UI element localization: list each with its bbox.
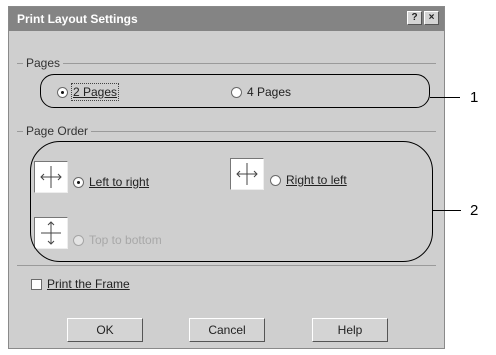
- ok-button[interactable]: OK: [67, 318, 143, 342]
- title-bar: Print Layout Settings ? ×: [9, 7, 444, 31]
- callout-2-leader: [433, 210, 461, 211]
- close-icon[interactable]: ×: [424, 11, 439, 25]
- callout-2-outline: [30, 141, 433, 262]
- pages-group: Pages: [17, 56, 436, 70]
- dialog-title: Print Layout Settings: [17, 12, 138, 26]
- callout-1-number: 1: [470, 89, 479, 106]
- callout-2-number: 2: [470, 202, 479, 219]
- page-order-group-label: Page Order: [23, 124, 92, 138]
- print-frame-checkbox-box[interactable]: [31, 278, 42, 290]
- help-title-button[interactable]: ?: [407, 11, 422, 25]
- callout-1-leader: [430, 97, 460, 98]
- print-frame-checkbox[interactable]: Print the Frame: [31, 277, 130, 291]
- cancel-button[interactable]: Cancel: [189, 318, 265, 342]
- callout-1-outline: [40, 74, 430, 108]
- pages-group-label: Pages: [23, 56, 64, 70]
- page-order-group: Page Order: [17, 124, 436, 138]
- frame-separator: [17, 265, 436, 267]
- help-button[interactable]: Help: [312, 318, 388, 342]
- print-frame-label: Print the Frame: [47, 277, 130, 291]
